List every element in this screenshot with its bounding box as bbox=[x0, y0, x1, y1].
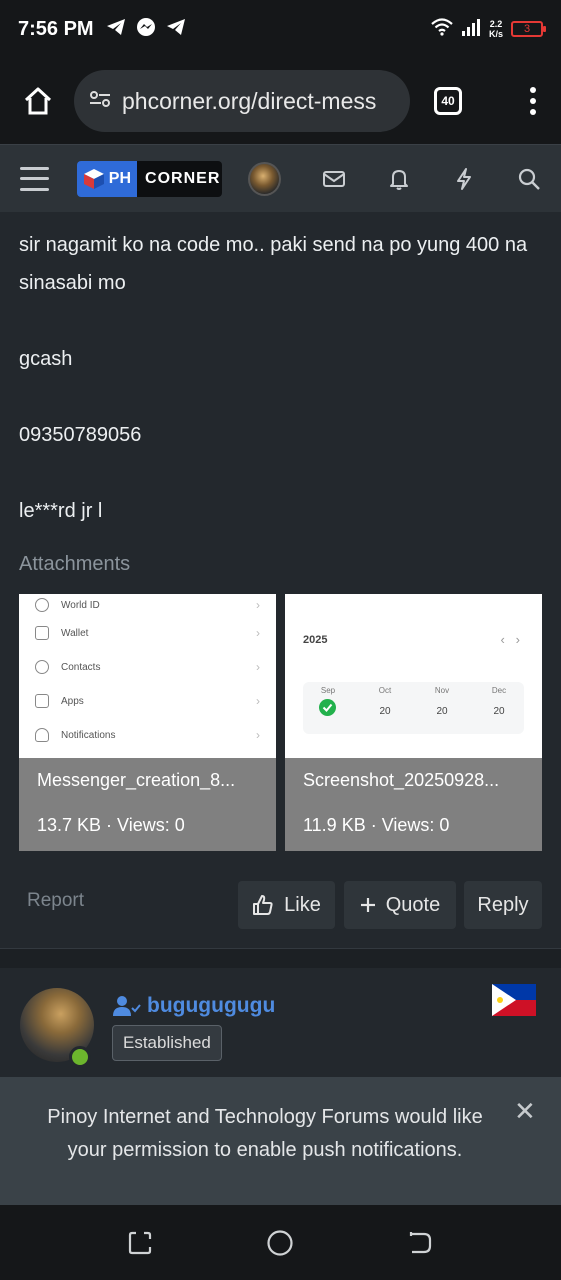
telegram-icon bbox=[106, 18, 126, 41]
preview-month: Dec bbox=[491, 686, 507, 695]
search-icon[interactable] bbox=[516, 166, 541, 192]
user-title-badge: Established bbox=[112, 1025, 222, 1061]
like-label: Like bbox=[284, 893, 321, 916]
status-time: 7:56 PM bbox=[18, 17, 94, 40]
message-body: sir nagamit ko na code mo.. paki send na… bbox=[19, 226, 539, 568]
url-text: phcorner.org/direct-mess bbox=[122, 87, 377, 114]
reply-label: Reply bbox=[477, 893, 529, 916]
preview-row-label: World ID bbox=[61, 599, 100, 611]
recents-icon bbox=[128, 1231, 152, 1255]
home-circle-icon bbox=[267, 1230, 293, 1256]
push-permission-text: Pinoy Internet and Technology Forums wou… bbox=[47, 1106, 483, 1161]
signal-icon bbox=[461, 18, 481, 41]
quote-label: Quote bbox=[385, 893, 441, 916]
check-icon bbox=[319, 699, 336, 716]
plus-icon bbox=[360, 898, 375, 912]
preview-nav: ‹ › bbox=[500, 632, 521, 647]
message-line: le***rd jr l bbox=[19, 500, 103, 522]
site-header: PH CORNER bbox=[0, 144, 561, 212]
battery-indicator: 3 bbox=[511, 21, 546, 37]
preview-month: Sep bbox=[320, 686, 336, 695]
preview-row-label: Notifications bbox=[61, 729, 116, 741]
preview-row: Wallet › bbox=[19, 616, 276, 650]
online-status-icon bbox=[69, 1046, 91, 1068]
system-nav-bar bbox=[0, 1205, 561, 1280]
speed-unit: K/s bbox=[488, 29, 503, 39]
lightning-icon[interactable] bbox=[451, 166, 476, 192]
preview-row: Notifications › bbox=[19, 718, 276, 752]
post-divider bbox=[0, 948, 561, 968]
attachment-filename[interactable]: Screenshot_20250928... bbox=[303, 770, 524, 791]
attachment-info: Messenger_creation_8... 13.7 KB · Views:… bbox=[19, 758, 276, 851]
browser-menu-button[interactable] bbox=[521, 81, 545, 121]
network-speed: 2.2 K/s bbox=[489, 19, 503, 39]
reply-button[interactable]: Reply bbox=[464, 881, 542, 929]
logo-ph-text: PH bbox=[108, 169, 132, 187]
home-button[interactable] bbox=[16, 79, 60, 123]
preview-row: World ID › bbox=[19, 594, 276, 616]
site-settings-icon[interactable] bbox=[88, 89, 112, 114]
tab-switcher-button[interactable]: 40 bbox=[434, 87, 462, 115]
username-text: bugugugugu bbox=[147, 994, 276, 1017]
messenger-icon bbox=[136, 17, 156, 42]
attachment-meta: 11.9 KB · Views: 0 bbox=[303, 815, 450, 835]
attachment-meta: 13.7 KB · Views: 0 bbox=[37, 815, 185, 835]
attachments-label: Attachments bbox=[19, 553, 131, 575]
logo-corner-text: CORNER bbox=[137, 160, 223, 197]
preview-year: 2025 bbox=[303, 634, 328, 646]
home-icon bbox=[24, 87, 52, 115]
message-line: 09350789056 bbox=[19, 424, 142, 446]
preview-value: 20 bbox=[436, 706, 448, 717]
philippines-flag-icon bbox=[492, 984, 536, 1016]
status-bar: 7:56 PM 2.2 K/s 3 bbox=[0, 0, 561, 58]
browser-toolbar: phcorner.org/direct-mess 40 bbox=[0, 58, 561, 144]
logo-cube-icon bbox=[83, 168, 104, 189]
preview-row-label: Wallet bbox=[61, 627, 89, 639]
attachment-thumbnail[interactable]: World ID › Wallet › Contacts › Apps › Notifi… bbox=[19, 594, 276, 851]
message-line: gcash bbox=[19, 348, 73, 370]
preview-row-label: Apps bbox=[61, 695, 84, 707]
attachment-thumbnail[interactable]: 2025 ‹ › Sep Oct Nov Dec 20 20 20 Screen… bbox=[285, 594, 542, 851]
preview-month: Oct bbox=[378, 686, 392, 695]
telegram-icon bbox=[166, 18, 186, 41]
preview-month: Nov bbox=[434, 686, 450, 695]
preview-value: 20 bbox=[493, 706, 505, 717]
user-avatar[interactable] bbox=[248, 161, 282, 196]
preview-value: 20 bbox=[379, 706, 391, 717]
address-bar[interactable]: phcorner.org/direct-mess bbox=[74, 70, 410, 132]
thumbs-up-icon bbox=[253, 895, 273, 915]
message-line: sir nagamit ko na code mo.. paki send na… bbox=[19, 234, 528, 294]
next-post-header: bugugugugu Established bbox=[0, 968, 561, 1078]
poster-username[interactable]: bugugugugu bbox=[113, 994, 275, 1018]
home-nav-button[interactable] bbox=[266, 1229, 294, 1257]
inbox-icon[interactable] bbox=[321, 166, 346, 192]
preview-row: Apps › bbox=[19, 684, 276, 718]
like-button[interactable]: Like bbox=[238, 881, 335, 929]
user-verified-icon bbox=[113, 996, 141, 1016]
back-button[interactable] bbox=[406, 1229, 434, 1257]
site-logo[interactable]: PH CORNER bbox=[76, 160, 223, 197]
close-icon[interactable]: ✕ bbox=[514, 1098, 536, 1124]
bell-icon[interactable] bbox=[386, 166, 411, 192]
report-link[interactable]: Report bbox=[27, 890, 84, 912]
attachment-filename[interactable]: Messenger_creation_8... bbox=[37, 770, 258, 791]
preview-row-label: Contacts bbox=[61, 661, 101, 673]
recents-button[interactable] bbox=[126, 1229, 154, 1257]
back-icon bbox=[409, 1232, 432, 1254]
preview-row: Contacts › bbox=[19, 650, 276, 684]
speed-value: 2.2 bbox=[489, 19, 503, 29]
attachment-info: Screenshot_20250928... 11.9 KB · Views: … bbox=[285, 758, 542, 851]
hamburger-menu-icon[interactable] bbox=[20, 166, 49, 191]
push-permission-banner: Pinoy Internet and Technology Forums wou… bbox=[0, 1077, 561, 1205]
quote-button[interactable]: Quote bbox=[344, 881, 456, 929]
wifi-icon bbox=[431, 17, 453, 41]
